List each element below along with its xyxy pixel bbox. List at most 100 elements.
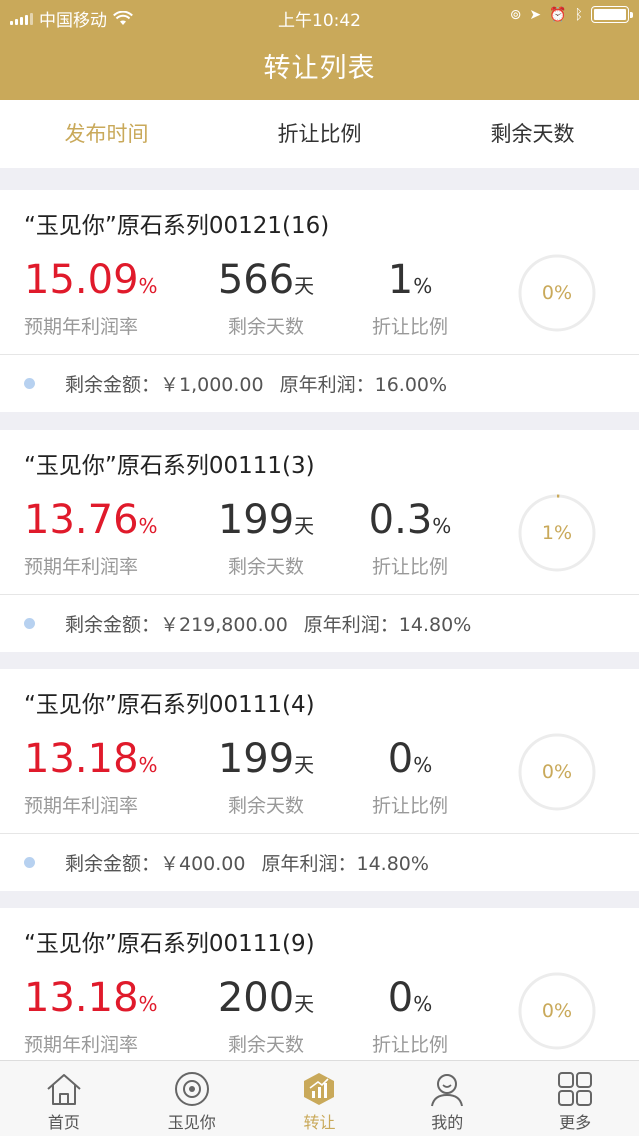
tabbar-yujianni[interactable]: 玉见你 xyxy=(128,1061,256,1136)
disc-icon xyxy=(174,1072,209,1106)
days-unit: 天 xyxy=(294,992,315,1016)
progress-ring: 0% xyxy=(518,254,596,332)
days-unit: 天 xyxy=(294,753,315,777)
discount-ratio: 0.3% 折让比例 xyxy=(362,496,458,579)
days-label: 剩余天数 xyxy=(227,795,304,817)
original-profit: 原年利润：14.80% xyxy=(261,853,429,875)
discount-label: 折让比例 xyxy=(371,1034,448,1056)
remaining-days: 200天 剩余天数 xyxy=(214,974,318,1057)
rate-unit: % xyxy=(138,274,158,298)
person-icon xyxy=(431,1074,464,1107)
rate-value: 15.09 xyxy=(24,257,139,303)
remaining-days: 199天 剩余天数 xyxy=(214,496,318,579)
transfer-item-card[interactable]: “玉见你”原石系列00121(16) 15.09% 预期年利润率 566天 剩余… xyxy=(0,190,639,412)
transfer-item-card[interactable]: “玉见你”原石系列00111(4) 13.18% 预期年利润率 199天 剩余天… xyxy=(0,669,639,891)
progress-label: 0% xyxy=(541,761,573,783)
days-value: 199 xyxy=(217,736,295,782)
page-title: 转让列表 xyxy=(263,53,376,84)
discount-label: 折让比例 xyxy=(371,795,448,817)
discount-value: 0 xyxy=(387,736,414,782)
expected-rate: 15.09% 预期年利润率 xyxy=(24,256,158,339)
progress-label: 0% xyxy=(541,282,573,304)
item-title: “玉见你”原石系列00111(3) xyxy=(24,453,315,479)
rate-unit: % xyxy=(138,514,158,538)
discount-ratio: 1% 折让比例 xyxy=(362,256,458,339)
original-profit: 原年利润：16.00% xyxy=(279,374,448,396)
home-icon xyxy=(47,1074,81,1105)
sort-tabs: 发布时间 折让比例 剩余天数 xyxy=(0,100,639,168)
discount-value: 0 xyxy=(387,975,414,1021)
days-value: 200 xyxy=(217,975,295,1021)
rate-label: 预期年利润率 xyxy=(24,556,139,578)
discount-unit: % xyxy=(413,753,433,777)
remaining-days: 199天 剩余天数 xyxy=(214,735,318,818)
tabbar-transfer-label: 转让 xyxy=(303,1113,336,1132)
card-footer: 剩余金额：￥400.00 原年利润：14.80% xyxy=(24,849,429,876)
bullet-dot xyxy=(24,857,35,868)
tabbar-mine-label: 我的 xyxy=(431,1113,464,1132)
days-label: 剩余天数 xyxy=(227,556,304,578)
rate-label: 预期年利润率 xyxy=(24,1034,139,1056)
days-unit: 天 xyxy=(294,514,315,538)
expected-rate: 13.18% 预期年利润率 xyxy=(24,974,158,1057)
battery-icon xyxy=(591,6,633,23)
rate-unit: % xyxy=(138,753,158,777)
transfer-chart-icon xyxy=(304,1073,335,1105)
rate-label: 预期年利润率 xyxy=(24,795,139,817)
remaining-amount: 剩余金额：￥219,800.00 xyxy=(65,614,288,636)
card-divider xyxy=(0,594,639,595)
tabbar-home[interactable]: 首页 xyxy=(0,1061,128,1136)
bluetooth-icon: ᛒ xyxy=(574,6,583,23)
card-footer: 剩余金额：￥219,800.00 原年利润：14.80% xyxy=(24,610,471,637)
remaining-amount: 剩余金额：￥400.00 xyxy=(65,853,246,875)
rate-value: 13.18 xyxy=(24,736,139,782)
days-label: 剩余天数 xyxy=(227,316,304,338)
tabbar-mine[interactable]: 我的 xyxy=(383,1061,511,1136)
tabbar-more-label: 更多 xyxy=(559,1113,592,1132)
tabbar-more[interactable]: 更多 xyxy=(511,1061,639,1136)
bottom-tab-bar: 首页 玉见你 转让 我的 更多 xyxy=(0,1060,639,1136)
location-icon: ➤ xyxy=(529,6,542,23)
expected-rate: 13.76% 预期年利润率 xyxy=(24,496,158,579)
days-value: 199 xyxy=(217,497,295,543)
tabbar-transfer[interactable]: 转让 xyxy=(256,1061,384,1136)
rate-value: 13.18 xyxy=(24,975,139,1021)
progress-label: 1% xyxy=(541,522,573,544)
discount-unit: % xyxy=(413,992,433,1016)
rate-unit: % xyxy=(138,992,158,1016)
progress-ring: 0% xyxy=(518,733,596,811)
discount-value: 1 xyxy=(387,257,414,303)
tab-publish-time[interactable]: 发布时间 xyxy=(0,100,213,168)
progress-ring: 1% xyxy=(518,494,596,572)
remaining-days: 566天 剩余天数 xyxy=(214,256,318,339)
rotation-lock-icon: ⊚ xyxy=(509,6,522,23)
progress-label: 0% xyxy=(541,1000,573,1022)
discount-unit: % xyxy=(432,514,452,538)
item-title: “玉见你”原石系列00121(16) xyxy=(24,213,330,239)
alarm-icon: ⏰ xyxy=(549,6,567,23)
remaining-amount: 剩余金额：￥1,000.00 xyxy=(65,374,264,396)
expected-rate: 13.18% 预期年利润率 xyxy=(24,735,158,818)
days-label: 剩余天数 xyxy=(227,1034,304,1056)
item-title: “玉见你”原石系列00111(9) xyxy=(24,931,315,957)
discount-unit: % xyxy=(413,274,433,298)
tab-discount-ratio[interactable]: 折让比例 xyxy=(213,100,426,168)
rate-value: 13.76 xyxy=(24,497,139,543)
progress-ring: 0% xyxy=(518,972,596,1050)
card-footer: 剩余金额：￥1,000.00 原年利润：16.00% xyxy=(24,370,447,397)
status-bar: 中国移动 上午10:42 ⊚ ➤ ⏰ ᛒ xyxy=(0,0,639,32)
rate-label: 预期年利润率 xyxy=(24,316,139,338)
days-value: 566 xyxy=(217,257,295,303)
transfer-item-card[interactable]: “玉见你”原石系列00111(3) 13.76% 预期年利润率 199天 剩余天… xyxy=(0,430,639,652)
grid-icon xyxy=(558,1072,593,1106)
discount-label: 折让比例 xyxy=(371,556,448,578)
original-profit: 原年利润：14.80% xyxy=(303,614,472,636)
discount-value: 0.3 xyxy=(368,497,433,543)
discount-ratio: 0% 折让比例 xyxy=(362,735,458,818)
card-divider xyxy=(0,354,639,355)
card-divider xyxy=(0,833,639,834)
app-header: 中国移动 上午10:42 ⊚ ➤ ⏰ ᛒ 转让列表 xyxy=(0,0,639,100)
days-unit: 天 xyxy=(294,274,315,298)
tab-remaining-days[interactable]: 剩余天数 xyxy=(426,100,639,168)
discount-ratio: 0% 折让比例 xyxy=(362,974,458,1057)
